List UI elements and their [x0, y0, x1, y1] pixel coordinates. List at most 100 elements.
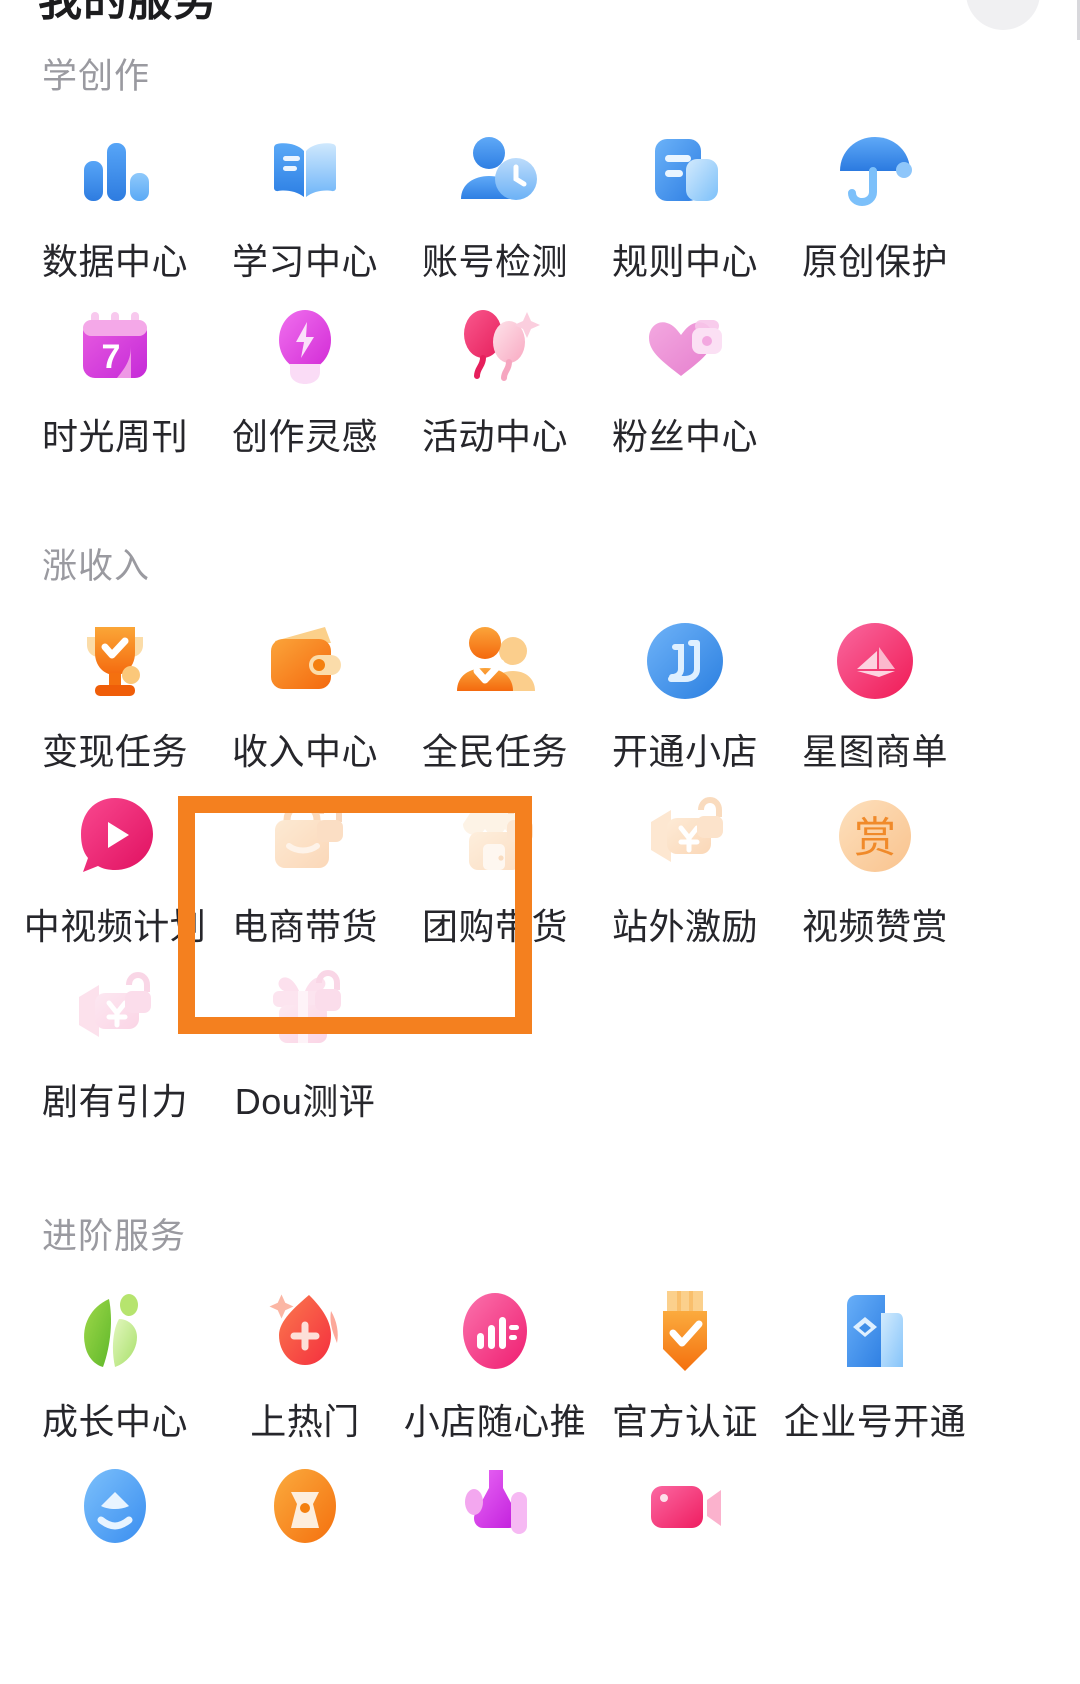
hearts-icon — [637, 298, 733, 394]
orange-mail-icon — [257, 1458, 353, 1554]
grid-item-label: 全民任务 — [421, 731, 568, 772]
grid-item-label: 站外激励 — [611, 906, 758, 947]
grid-item-上热门[interactable]: 上热门 — [210, 1269, 400, 1444]
grid-item-label: Dou测评 — [234, 1081, 376, 1122]
grid-item-中视频计划[interactable]: 中视频计划 — [20, 774, 210, 949]
svg-text:赏: 赏 — [854, 814, 896, 861]
douyin-shop-icon — [637, 613, 733, 709]
section-title-grow-income: 涨收入 — [42, 547, 151, 586]
drama-yuan-lock-icon — [67, 963, 163, 1059]
grid-item-全民任务[interactable]: 全民任务 — [400, 599, 590, 774]
grid-item-orange-mail-icon[interactable] — [210, 1444, 400, 1619]
wallet-icon — [257, 613, 353, 709]
gift-lock-icon — [257, 963, 353, 1059]
grid-grow-income: 变现任务 收入中心 全民任务 开通小店 星图商单 中视频计划 电商带货 团购带货 站外激励赏视频… — [0, 599, 1080, 1124]
grid-item-站外激励[interactable]: 站外激励 — [590, 774, 780, 949]
rule-document-icon — [637, 123, 733, 219]
grid-item-时光周刊[interactable]: 7 时光周刊 — [20, 284, 210, 459]
grid-learn-create: 数据中心 学习中心 账号检测 规则中心 原创保护 7 时光周刊 创作灵感 活动中心 粉丝中心 — [0, 109, 1080, 459]
green-leaf-icon — [67, 1283, 163, 1379]
balloons-icon — [447, 298, 543, 394]
section-grow-income: 涨收入变现任务 收入中心 全民任务 开通小店 星图商单中视频计划 电商带货 团购带货 站外激励… — [0, 538, 1080, 1124]
grid-item-原创保护[interactable]: 原创保护 — [780, 109, 970, 284]
cloud-upload-icon — [67, 1458, 163, 1554]
grid-item-label: 小店随心推 — [403, 1401, 587, 1442]
appreciate-shang-icon: 赏 — [827, 788, 923, 884]
grid-item-规则中心[interactable]: 规则中心 — [590, 109, 780, 284]
account-check-icon — [447, 123, 543, 219]
grid-item-label: 视频赞赏 — [801, 906, 948, 947]
grid-item-label: 变现任务 — [41, 731, 188, 772]
section-advanced-services: 进阶服务成长中心 上热门 小店随心推 官方认证 企业号开通 — [0, 1208, 1080, 1619]
grid-item-label: 电商带货 — [231, 906, 378, 947]
grid-advanced-services: 成长中心 上热门 小店随心推 官方认证 企业号开通 — [0, 1269, 1080, 1619]
calendar-7-icon: 7 — [67, 298, 163, 394]
grid-item-成长中心[interactable]: 成长中心 — [20, 1269, 210, 1444]
lightbulb-bolt-icon — [257, 298, 353, 394]
star-chart-icon — [827, 613, 923, 709]
grid-item-粉丝中心[interactable]: 粉丝中心 — [590, 284, 780, 459]
enterprise-icon — [827, 1283, 923, 1379]
grid-item-小店随心推[interactable]: 小店随心推 — [400, 1269, 590, 1444]
section-title-advanced-services: 进阶服务 — [42, 1217, 187, 1256]
open-book-icon — [257, 123, 353, 219]
storefront-lock-icon — [447, 788, 543, 884]
pink-chart-icon — [447, 1283, 543, 1379]
grid-item-label: 原创保护 — [801, 241, 948, 282]
people-check-icon — [447, 613, 543, 709]
grid-item-label: 创作灵感 — [231, 416, 378, 457]
grid-item-账号检测[interactable]: 账号检测 — [400, 109, 590, 284]
grid-item-开通小店[interactable]: 开通小店 — [590, 599, 780, 774]
badge-check-icon — [637, 1283, 733, 1379]
grid-item-purple-bottle-icon[interactable] — [400, 1444, 590, 1619]
grid-item-数据中心[interactable]: 数据中心 — [20, 109, 210, 284]
grid-item-label: 上热门 — [250, 1401, 360, 1442]
yuan-reward-lock-icon — [637, 788, 733, 884]
grid-item-官方认证[interactable]: 官方认证 — [590, 1269, 780, 1444]
grid-item-cloud-upload-icon[interactable] — [20, 1444, 210, 1619]
section-learn-create: 学创作 数据中心 学习中心 账号检测 规则中心 原创保护 7 时光周刊 创作灵感 活动中心 粉丝中心 — [0, 48, 1080, 459]
page-header: 我的服务 — [0, 0, 1080, 30]
grid-item-label: 中视频计划 — [23, 906, 207, 947]
grid-item-label: 账号检测 — [421, 241, 568, 282]
grid-item-视频赞赏[interactable]: 赏视频赞赏 — [780, 774, 970, 949]
grid-item-活动中心[interactable]: 活动中心 — [400, 284, 590, 459]
grid-item-收入中心[interactable]: 收入中心 — [210, 599, 400, 774]
grid-item-学习中心[interactable]: 学习中心 — [210, 109, 400, 284]
grid-item-剧有引力[interactable]: 剧有引力 — [20, 949, 210, 1124]
grid-item-电商带货[interactable]: 电商带货 — [210, 774, 400, 949]
grid-item-label: 星图商单 — [801, 731, 948, 772]
grid-item-label: 数据中心 — [41, 241, 188, 282]
trophy-check-icon — [67, 613, 163, 709]
grid-item-label: 收入中心 — [231, 731, 378, 772]
flame-plus-icon — [257, 1283, 353, 1379]
grid-item-label: 学习中心 — [231, 241, 378, 282]
grid-item-label: 官方认证 — [611, 1401, 758, 1442]
page-title: 我的服务 — [38, 0, 218, 25]
user-avatar-circle-icon[interactable] — [966, 0, 1040, 30]
shopping-bag-lock-icon — [257, 788, 353, 884]
grid-item-变现任务[interactable]: 变现任务 — [20, 599, 210, 774]
app-screen: 我的服务 学创作 数据中心 学习中心 账号检测 规则中心 原创保护 7 时光周刊 创作灵感 活动中… — [0, 0, 1080, 1684]
grid-item-label: 规则中心 — [611, 241, 758, 282]
grid-item-团购带货[interactable]: 团购带货 — [400, 774, 590, 949]
grid-item-Dou测评[interactable]: Dou测评 — [210, 949, 400, 1124]
grid-item-label: 活动中心 — [421, 416, 568, 457]
grid-item-label: 时光周刊 — [41, 416, 188, 457]
grid-item-label: 企业号开通 — [783, 1401, 967, 1442]
grid-item-创作灵感[interactable]: 创作灵感 — [210, 284, 400, 459]
grid-item-label: 粉丝中心 — [611, 416, 758, 457]
grid-item-星图商单[interactable]: 星图商单 — [780, 599, 970, 774]
grid-item-企业号开通[interactable]: 企业号开通 — [780, 1269, 970, 1444]
bar-chart-icon — [67, 123, 163, 219]
grid-item-label: 开通小店 — [611, 731, 758, 772]
video-play-icon — [67, 788, 163, 884]
pink-camera-icon — [637, 1458, 733, 1554]
umbrella-icon — [827, 123, 923, 219]
purple-bottle-icon — [447, 1458, 543, 1554]
grid-item-label: 团购带货 — [421, 906, 568, 947]
svg-text:7: 7 — [102, 338, 121, 376]
grid-item-pink-camera-icon[interactable] — [590, 1444, 780, 1619]
grid-item-label: 成长中心 — [41, 1401, 188, 1442]
grid-item-label: 剧有引力 — [41, 1081, 188, 1122]
